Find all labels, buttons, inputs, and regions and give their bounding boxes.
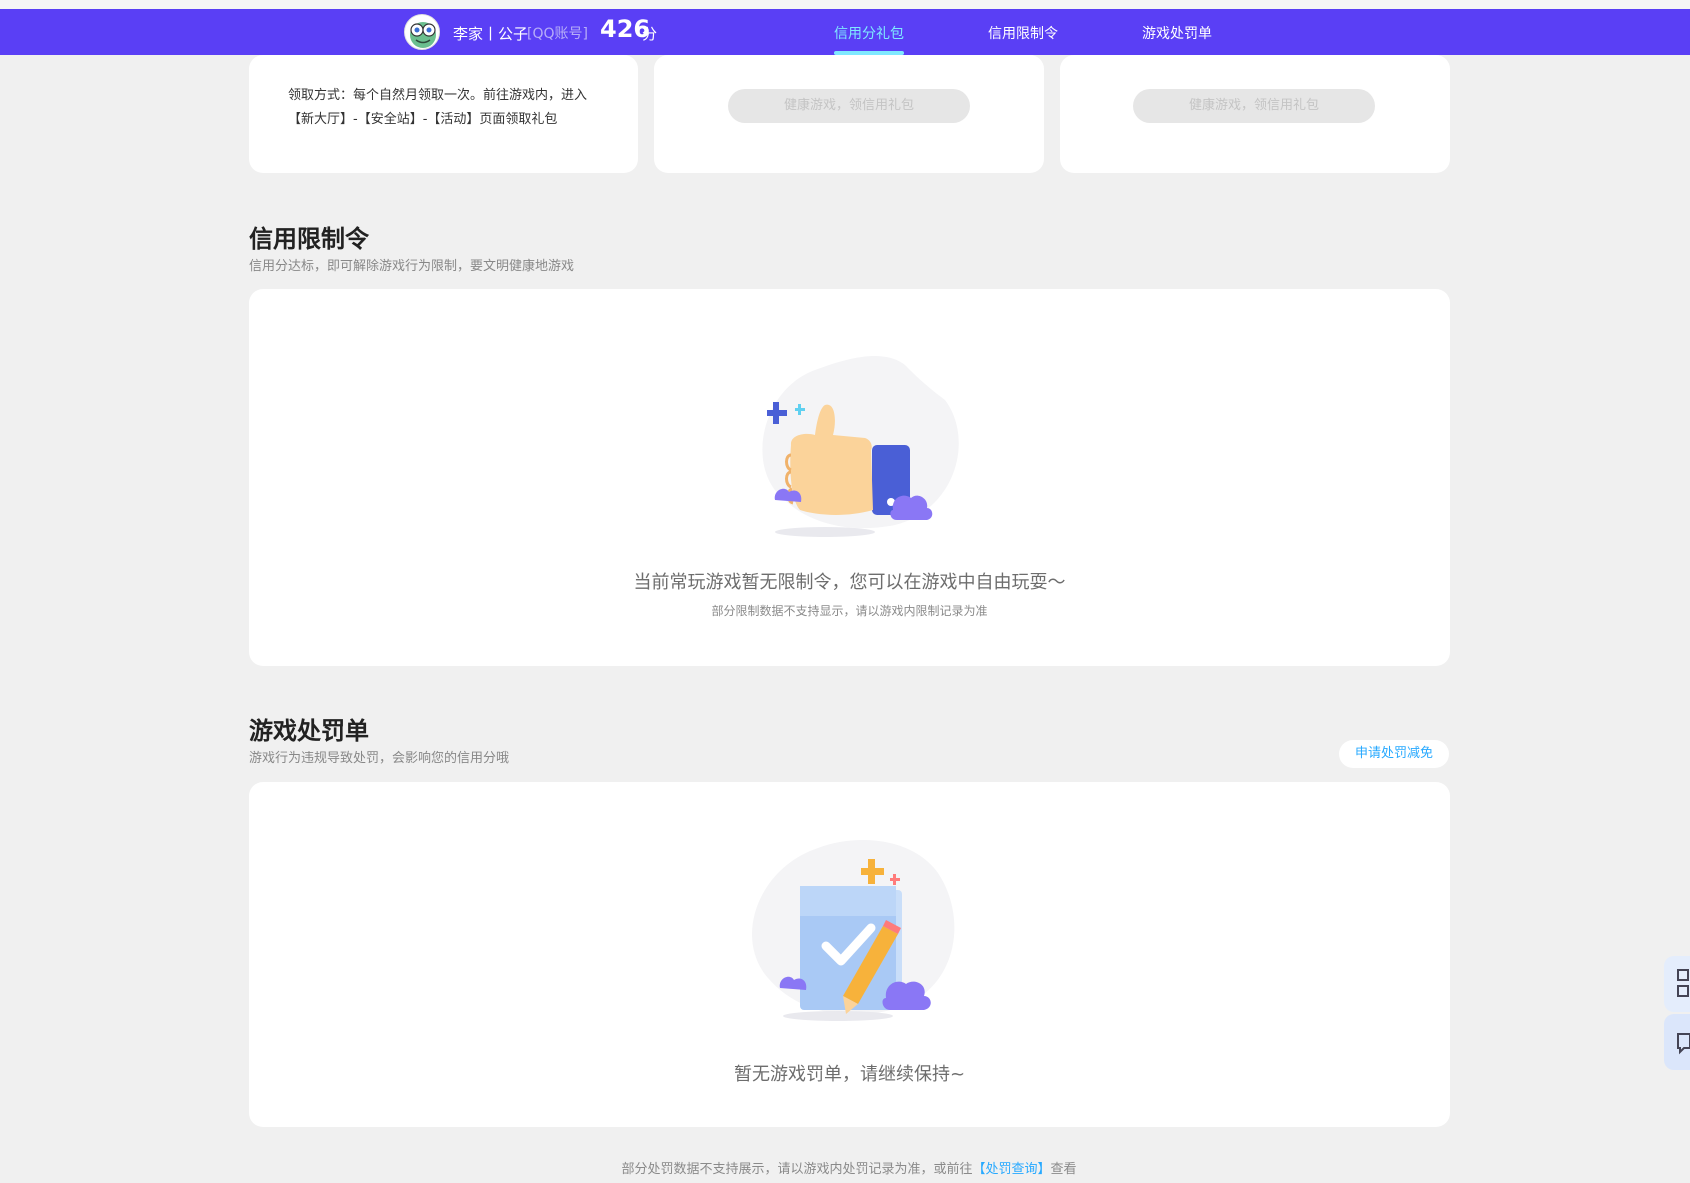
thumbs-up-icon xyxy=(762,355,959,537)
account-type: [QQ账号] xyxy=(527,26,588,42)
apply-penalty-reduction-button[interactable]: 申请处罚减免 xyxy=(1339,740,1449,768)
credit-score-unit: 分 xyxy=(642,25,658,43)
restriction-empty-text: 当前常玩游戏暂无限制令，您可以在游戏中自由玩耍～ xyxy=(633,572,1066,593)
footer-note: 部分处罚数据不支持展示，请以游戏内处罚记录为准，或前往【处罚查询】查看 xyxy=(0,1158,1690,1177)
feedback-tool-button[interactable] xyxy=(1664,1014,1690,1070)
footer-note-suffix: 查看 xyxy=(1050,1162,1077,1177)
claim-gift-button[interactable]: 健康游戏，领信用礼包 xyxy=(728,89,970,123)
footer-note-text: 部分处罚数据不支持展示，请以游戏内处罚记录为准，或前往 xyxy=(621,1162,973,1177)
avatar-frog-icon xyxy=(410,22,436,48)
gift-claim-method: 领取方式：每个自然月领取一次。前往游戏内，进入【新大厅】-【安全站】-【活动】页… xyxy=(288,88,588,127)
tab-credit-restriction[interactable]: 信用限制令 xyxy=(988,23,1058,43)
claim-gift-button[interactable]: 健康游戏，领信用礼包 xyxy=(1133,89,1375,123)
section-title-penalty: 游戏处罚单 xyxy=(249,717,369,745)
qrcode-tool-button[interactable] xyxy=(1664,956,1690,1012)
section-title-restriction: 信用限制令 xyxy=(249,225,369,253)
restriction-empty-note: 部分限制数据不支持显示，请以游戏内限制记录为准 xyxy=(711,604,988,618)
tab-game-penalty[interactable]: 游戏处罚单 xyxy=(1142,23,1212,43)
top-browser-strip xyxy=(0,0,1690,9)
feedback-icon xyxy=(1677,1033,1690,1055)
top-nav-bar: 李家丨公子 [QQ账号] 426 分 信用分礼包 信用限制令 游戏处罚单 xyxy=(0,9,1690,55)
section-subtitle-restriction: 信用分达标，即可解除游戏行为限制，要文明健康地游戏 xyxy=(249,259,575,274)
avatar[interactable] xyxy=(404,14,440,50)
checklist-pencil-icon xyxy=(752,840,955,1021)
penalty-empty-text: 暂无游戏罚单，请继续保持~ xyxy=(733,1064,966,1085)
penalty-query-link[interactable]: 【处罚查询】 xyxy=(972,1162,1050,1177)
qrcode-icon xyxy=(1677,969,1689,997)
section-subtitle-penalty: 游戏行为违规导致处罚，会影响您的信用分哦 xyxy=(249,751,510,766)
user-name: 李家丨公子 xyxy=(453,25,529,43)
tab-credit-gift[interactable]: 信用分礼包 xyxy=(834,23,904,43)
